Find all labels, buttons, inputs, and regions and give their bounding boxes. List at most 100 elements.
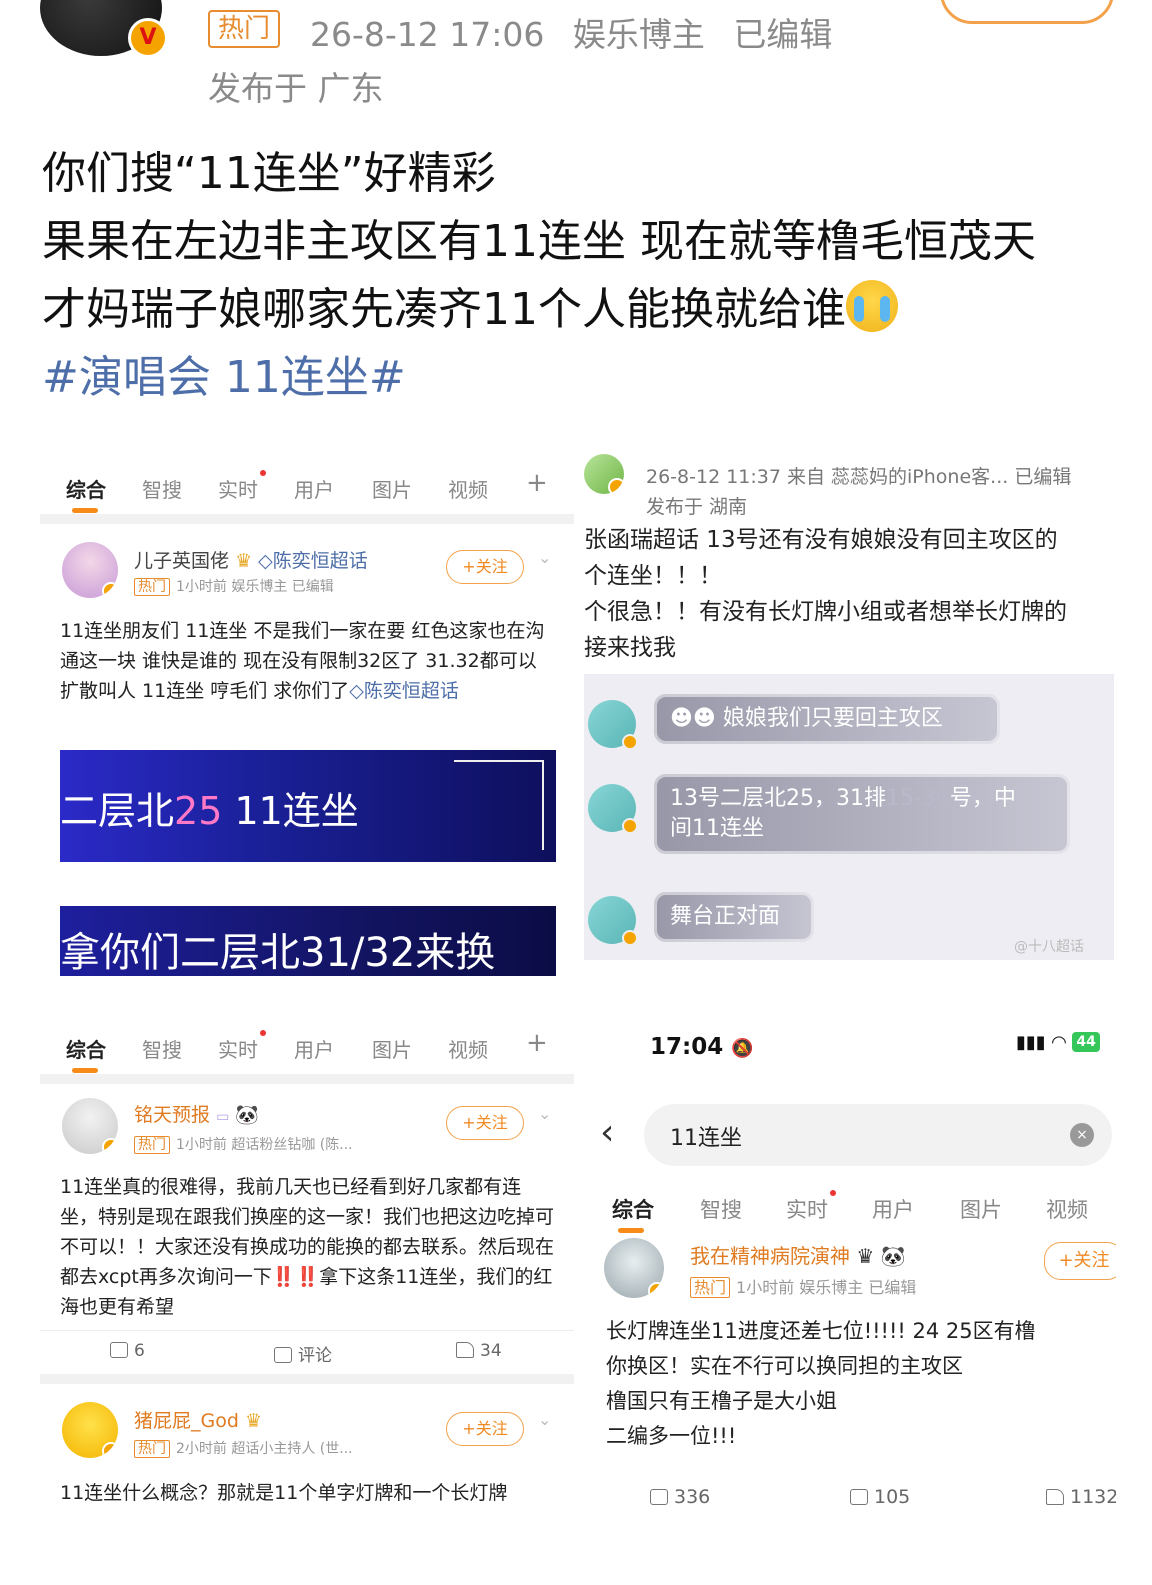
follow-button[interactable]: +关注 <box>446 1412 524 1446</box>
post-body: 11连坐什么概念？那就是11个单字灯牌和一个长灯牌 <box>60 1482 508 1504</box>
clear-icon[interactable]: × <box>1070 1123 1094 1147</box>
tab-comprehensive[interactable]: 综合 <box>612 1194 654 1233</box>
back-arrow-icon[interactable]: ‹ <box>600 1112 614 1153</box>
post-line: 果果在左边非主攻区有11连坐 现在就等橹毛恒茂天 <box>42 216 1036 267</box>
tab-comprehensive[interactable]: 综合 <box>66 474 106 513</box>
avatar[interactable] <box>62 542 118 598</box>
tab-images[interactable]: 图片 <box>960 1194 1002 1224</box>
post-meta: 热门 1小时前 娱乐博主 已编辑 <box>134 576 334 596</box>
link-text: 陈奕恒超话 <box>363 680 459 702</box>
crown-icon: ♛ <box>856 1244 875 1268</box>
supertopic-text: 陈奕恒超话 <box>272 550 368 572</box>
avatar[interactable] <box>604 1238 664 1298</box>
post-card: 儿子英国佬 ♛ ◇陈奕恒超话 热门 1小时前 娱乐博主 已编辑 +关注 ⌄ 11连… <box>40 524 574 976</box>
post-meta: 26-8-12 17:06 娱乐博主 已编辑 <box>310 8 850 56</box>
post-meta: 热门 1小时前 超话粉丝钻咖 (陈... <box>134 1134 353 1154</box>
like-button[interactable]: 34 <box>456 1341 502 1361</box>
chevron-down-icon[interactable]: ⌄ <box>538 1104 551 1123</box>
hot-tag: 热门 <box>134 1136 170 1154</box>
chevron-down-icon[interactable]: ⌄ <box>538 548 551 567</box>
tab-users[interactable]: 用户 <box>294 1034 334 1063</box>
username-text: 儿子英国佬 <box>134 550 230 572</box>
post-body: 张函瑞超话 13号还有没有娘娘没有回主攻区的 个连坐！！！ 个很急！！有没有长灯… <box>584 522 1116 666</box>
chat-screenshot[interactable]: ☻☻ 娘娘我们只要回主攻区 13号二层北25，31排15-36号，中 间11连坐 … <box>584 674 1114 960</box>
post-line: 个连坐！！！ <box>584 563 722 589</box>
username[interactable]: 我在精神病院演神 ♛ 🐼 <box>690 1240 906 1269</box>
chat-bubble: 13号二层北25，31排15-36号，中 间11连坐 <box>654 774 1070 854</box>
tab-add-icon[interactable]: + <box>526 1028 548 1058</box>
tab-video[interactable]: 视频 <box>448 474 488 503</box>
search-input[interactable]: 11连坐 × <box>644 1104 1112 1166</box>
comment-button[interactable]: 评论 <box>274 1341 332 1366</box>
tab-video[interactable]: 视频 <box>448 1034 488 1063</box>
tab-smart-search[interactable]: 智搜 <box>700 1194 742 1224</box>
hashtag-link[interactable]: #演唱会 11连坐# <box>42 344 1122 412</box>
verified-badge: V <box>128 18 168 58</box>
thumbs-up-icon <box>1046 1489 1064 1505</box>
tab-add-icon[interactable]: + <box>526 468 548 498</box>
bubble-text: 13号二层北25，31排 <box>670 786 886 811</box>
post-meta: 热门 2小时前 超话小主持人 (世... <box>134 1438 353 1458</box>
follow-button[interactable]: +关注 <box>446 550 524 584</box>
comment-button[interactable]: 105 <box>850 1486 910 1508</box>
bubble-dim-text: 15-36 <box>885 786 950 811</box>
verified-icon <box>622 818 638 834</box>
tab-images[interactable]: 图片 <box>372 474 412 503</box>
chat-bubble: 舞台正对面 <box>654 892 814 942</box>
tab-realtime[interactable]: 实时 <box>218 470 266 503</box>
panda-icon: 🐼 <box>235 1104 260 1126</box>
wifi-icon: ◠ <box>1052 1032 1066 1053</box>
time-text: 17:04 <box>650 1034 724 1060</box>
post-line-text: 才妈瑞子娘哪家先凑齐11个人能换就给谁 <box>42 284 846 335</box>
banner-image[interactable]: 二层北25 11连坐 <box>60 750 556 862</box>
bubble-text: 间11连坐 <box>670 816 764 841</box>
action-bar: 6 评论 34 <box>40 1330 574 1374</box>
tab-label: 实时 <box>786 1198 828 1222</box>
avatar[interactable] <box>62 1098 118 1154</box>
hot-tag: 热门 <box>134 578 170 596</box>
supertopic-link[interactable]: ◇陈奕恒超话 <box>349 680 459 702</box>
chat-avatar <box>588 784 638 834</box>
level-badge-icon: ▭ <box>216 1109 230 1125</box>
like-count: 1132 <box>1070 1486 1116 1508</box>
post-body: 长灯牌连坐11进度还差七位!!!!! 24 25区有橹 你换区！实在不行可以换同… <box>606 1314 1116 1454</box>
repost-icon <box>650 1489 668 1505</box>
tab-smart-search[interactable]: 智搜 <box>142 474 182 503</box>
follow-button[interactable]: +关注 <box>446 1106 524 1140</box>
tab-realtime[interactable]: 实时 <box>218 1030 266 1063</box>
tab-video[interactable]: 视频 <box>1046 1194 1088 1224</box>
tab-realtime[interactable]: 实时 <box>786 1190 836 1224</box>
tab-smart-search[interactable]: 智搜 <box>142 1034 182 1063</box>
banner-suffix: 11连坐 <box>222 789 359 833</box>
post-line: 你们搜“11连坐”好精彩 <box>42 148 496 199</box>
red-dot-icon <box>830 1190 836 1196</box>
post-line: 个很急！！有没有长灯牌小组或者想举长灯牌的 <box>584 599 1067 625</box>
like-button[interactable]: 1132 <box>1046 1486 1116 1508</box>
banner-text: 二层北25 11连坐 <box>60 780 359 835</box>
thumbs-up-icon <box>456 1342 474 1358</box>
banner-image[interactable]: 拿你们二层北31/32来换 <box>60 906 556 976</box>
follow-button[interactable]: +关注 <box>1044 1242 1116 1280</box>
verified-icon <box>102 1442 118 1458</box>
repost-button[interactable]: 336 <box>650 1486 710 1508</box>
tab-users[interactable]: 用户 <box>294 474 334 503</box>
body-text: 11连坐朋友们 11连坐 不是我们一家在要 红色这家也在沟通这一块 谁快是谁的 … <box>60 620 545 702</box>
post-meta: 热门 1小时前 娱乐博主 已编辑 <box>690 1274 916 1298</box>
screenshot-panel-1: 综合 智搜 实时 用户 图片 视频 + 儿子英国佬 ♛ ◇陈奕恒超话 热门 1小时… <box>40 452 574 986</box>
supertopic-link[interactable]: ◇陈奕恒超话 <box>258 550 368 572</box>
chevron-down-icon[interactable]: ⌄ <box>538 1410 551 1429</box>
tab-comprehensive[interactable]: 综合 <box>66 1034 106 1073</box>
meta-text: 2小时前 超话小主持人 (世... <box>176 1441 353 1457</box>
username[interactable]: 猪屁屁_God ♛ <box>134 1406 262 1433</box>
comment-count: 105 <box>874 1486 911 1508</box>
follow-button[interactable] <box>940 0 1114 24</box>
username[interactable]: 铭天预报 ▭ 🐼 <box>134 1100 259 1127</box>
avatar[interactable] <box>584 454 624 494</box>
tab-users[interactable]: 用户 <box>872 1194 914 1224</box>
avatar[interactable] <box>62 1402 118 1458</box>
username[interactable]: 儿子英国佬 ♛ ◇陈奕恒超话 <box>134 546 368 573</box>
post-line: 张函瑞超话 13号还有没有娘娘没有回主攻区的 <box>584 527 1058 553</box>
tab-images[interactable]: 图片 <box>372 1034 412 1063</box>
repost-button[interactable]: 6 <box>110 1341 145 1361</box>
signal-icon: ▮▮▮ <box>1016 1032 1046 1053</box>
